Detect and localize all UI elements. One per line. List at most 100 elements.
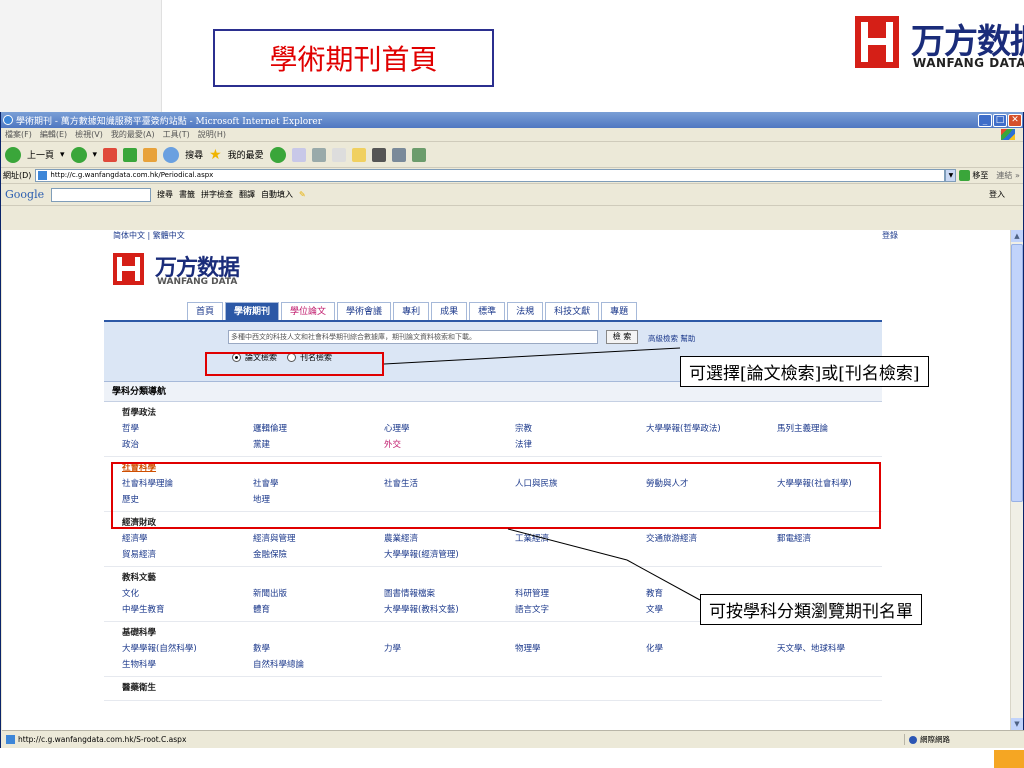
tab-conferences[interactable]: 學術會議 [337, 302, 392, 320]
subject-link[interactable]: 中學生教育 [122, 603, 253, 615]
google-search-input[interactable] [51, 187, 151, 202]
subject-link[interactable]: 大學學報(教科文藝) [384, 603, 515, 615]
favorites-star-icon[interactable]: ★ [209, 147, 222, 163]
subject-link[interactable]: 法律 [515, 438, 646, 450]
search-input[interactable]: 多種中西文的科技人文和社會科學期刊綜合數據庫，期刊論文資料檢索和下載。 [228, 330, 598, 344]
menu-favorites[interactable]: 我的最愛(A) [111, 129, 155, 140]
go-button[interactable]: 移至 [959, 170, 988, 181]
subject-link[interactable]: 化學 [646, 642, 777, 654]
subject-link[interactable]: 圖書情報檔案 [384, 587, 515, 599]
pencil-icon[interactable]: ✎ [299, 190, 306, 199]
scroll-thumb[interactable] [1011, 244, 1023, 502]
subject-link[interactable]: 文化 [122, 587, 253, 599]
search-button[interactable]: 搜尋 [185, 148, 203, 161]
search-submit-button[interactable]: 檢 索 [606, 330, 638, 344]
subject-link[interactable]: 外交 [384, 438, 515, 450]
back-button[interactable]: 上一頁 [27, 148, 54, 161]
subject-link[interactable]: 哲學 [122, 422, 253, 434]
spellcheck-button[interactable]: 拼字檢查 [201, 189, 233, 200]
language-switch[interactable]: 简体中文 | 繁體中文 [113, 230, 185, 241]
subject-link[interactable]: 郵電經濟 [777, 532, 908, 544]
subject-link[interactable]: 大學學報(哲學政法) [646, 422, 777, 434]
category-title[interactable]: 基礎科學 [122, 626, 882, 639]
subject-link[interactable]: 語言文字 [515, 603, 646, 615]
advanced-search-link[interactable]: 高級檢索 幫助 [648, 333, 695, 344]
google-login-button[interactable]: 登入 [989, 189, 1005, 200]
subject-link[interactable]: 大學學報(自然科學) [122, 642, 253, 654]
category-title[interactable]: 教科文藝 [122, 571, 882, 584]
research-icon[interactable] [391, 147, 406, 162]
tab-achievements[interactable]: 成果 [431, 302, 468, 320]
tab-sci-tech-docs[interactable]: 科技文獻 [545, 302, 600, 320]
discuss-icon[interactable] [411, 147, 426, 162]
subject-link[interactable]: 黨建 [253, 438, 384, 450]
minimize-button[interactable]: _ [978, 113, 992, 127]
subject-link[interactable]: 經濟學 [122, 532, 253, 544]
refresh-icon[interactable] [123, 147, 138, 162]
category-title[interactable]: 哲學政法 [122, 406, 882, 419]
address-dropdown-icon[interactable]: ▼ [945, 169, 957, 182]
folder-icon[interactable] [351, 147, 366, 162]
subject-link[interactable]: 經濟與管理 [253, 532, 384, 544]
menu-tools[interactable]: 工具(T) [163, 129, 190, 140]
subject-link[interactable]: 數學 [253, 642, 384, 654]
maximize-button[interactable]: □ [993, 113, 1007, 127]
translate-button[interactable]: 翻譯 [239, 189, 255, 200]
subject-link[interactable]: 新聞出版 [253, 587, 384, 599]
menu-help[interactable]: 說明(H) [198, 129, 226, 140]
address-input[interactable]: http://c.g.wanfangdata.com.hk/Periodical… [35, 169, 946, 182]
subject-link[interactable]: 體育 [253, 603, 384, 615]
links-button[interactable]: 連結 » [996, 170, 1019, 181]
menu-file[interactable]: 檔案(F) [5, 129, 32, 140]
subject-link[interactable]: 交通旅游經濟 [646, 532, 777, 544]
subject-link[interactable]: 自然科學總論 [253, 658, 384, 670]
subject-link[interactable]: 科研管理 [515, 587, 646, 599]
tab-journals[interactable]: 學術期刊 [225, 302, 280, 320]
tab-standards[interactable]: 標準 [469, 302, 506, 320]
subject-link[interactable]: 金融保險 [253, 548, 384, 560]
messenger-icon[interactable] [371, 147, 386, 162]
scroll-up-icon[interactable]: ▲ [1011, 230, 1023, 242]
subject-link[interactable]: 政治 [122, 438, 253, 450]
subject-link[interactable]: 農業經濟 [384, 532, 515, 544]
home-icon[interactable] [143, 147, 158, 162]
subject-link[interactable]: 馬列主義理論 [777, 422, 908, 434]
window-titlebar[interactable]: 學術期刊 - 萬方數據知識服務平臺簽約站點 - Microsoft Intern… [1, 112, 1023, 128]
menu-view[interactable]: 檢視(V) [75, 129, 103, 140]
vertical-scrollbar[interactable]: ▲ ▼ [1010, 230, 1023, 730]
menu-edit[interactable]: 編輯(E) [40, 129, 67, 140]
close-button[interactable]: ✕ [1008, 113, 1022, 127]
tab-theses[interactable]: 學位論文 [281, 302, 336, 320]
dropdown-arrow-icon[interactable]: ▾ [93, 150, 98, 160]
tab-laws[interactable]: 法規 [507, 302, 544, 320]
history-icon[interactable] [269, 146, 286, 163]
subject-link[interactable]: 工業經濟 [515, 532, 646, 544]
subject-link[interactable]: 物理學 [515, 642, 646, 654]
login-link[interactable]: 登錄 [882, 230, 898, 241]
subject-link[interactable]: 貿易經濟 [122, 548, 253, 560]
tab-home[interactable]: 首頁 [187, 302, 224, 320]
subject-link[interactable]: 邏輯倫理 [253, 422, 384, 434]
edit-icon[interactable] [331, 147, 346, 162]
tab-patents[interactable]: 專利 [393, 302, 430, 320]
back-arrow-icon[interactable] [5, 146, 21, 163]
subject-link[interactable]: 生物科學 [122, 658, 253, 670]
forward-arrow-icon[interactable] [70, 146, 87, 163]
search-icon[interactable] [163, 146, 180, 163]
mail-icon[interactable] [291, 147, 306, 162]
favorites-button[interactable]: 我的最愛 [228, 148, 264, 161]
dropdown-arrow-icon[interactable]: ▾ [60, 150, 65, 160]
print-icon[interactable] [311, 147, 326, 162]
subject-link[interactable]: 宗教 [515, 422, 646, 434]
autofill-button[interactable]: 自動填入 [261, 189, 293, 200]
subject-link[interactable]: 大學學報(經濟管理) [384, 548, 515, 560]
scroll-down-icon[interactable]: ▼ [1011, 718, 1023, 730]
category-title[interactable]: 醫藥衛生 [122, 681, 882, 694]
site-logo[interactable]: 万方数据 WANFANG DATA [113, 250, 273, 290]
google-search-button[interactable]: 搜尋 [157, 189, 173, 200]
tab-topics[interactable]: 專題 [601, 302, 638, 320]
subject-link[interactable]: 心理學 [384, 422, 515, 434]
subject-link[interactable]: 天文學、地球科學 [777, 642, 908, 654]
subject-link[interactable]: 力學 [384, 642, 515, 654]
bookmarks-button[interactable]: 書籤 [179, 189, 195, 200]
